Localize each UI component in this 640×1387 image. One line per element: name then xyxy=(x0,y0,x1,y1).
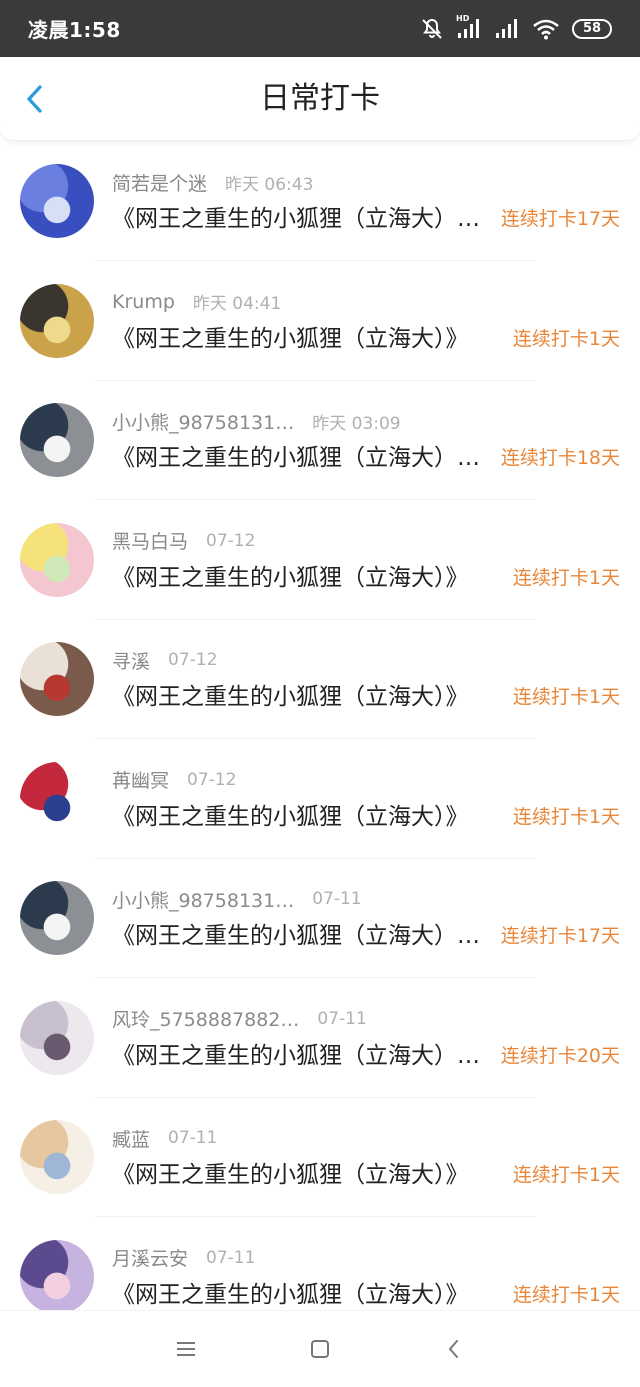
avatar[interactable] xyxy=(20,164,94,238)
checkin-row[interactable]: 小小熊_98758131… 昨天 03:09 《网王之重生的小狐狸（立海大）… … xyxy=(0,381,640,501)
avatar[interactable] xyxy=(20,403,94,477)
name-line: Krump 昨天 04:41 xyxy=(112,288,281,316)
checkin-row[interactable]: 风玲_5758887882… 07-11 《网王之重生的小狐狸（立海大）… 连续… xyxy=(0,979,640,1099)
user-name[interactable]: 月溪云安 xyxy=(112,1244,188,1271)
name-line: 黑马白马 07-12 xyxy=(112,527,255,555)
user-name[interactable]: 简若是个迷 xyxy=(112,169,207,196)
name-line: 风玲_5758887882… 07-11 xyxy=(112,1005,367,1033)
checkin-time: 07-12 xyxy=(168,650,218,670)
streak-label: 连续打卡18天 xyxy=(500,447,620,469)
checkin-row[interactable]: 黑马白马 07-12 《网王之重生的小狐狸（立海大）》 连续打卡1天 xyxy=(0,501,640,621)
book-title[interactable]: 《网王之重生的小狐狸（立海大）… xyxy=(112,1039,494,1073)
checkin-row[interactable]: Krump 昨天 04:41 《网王之重生的小狐狸（立海大）》 连续打卡1天 xyxy=(0,262,640,382)
page-title: 日常打卡 xyxy=(260,81,380,116)
checkin-row[interactable]: 简若是个迷 昨天 06:43 《网王之重生的小狐狸（立海大）… 连续打卡17天 xyxy=(0,142,640,262)
avatar[interactable] xyxy=(20,881,94,955)
avatar[interactable] xyxy=(20,1000,94,1075)
avatar[interactable] xyxy=(20,283,94,358)
menu-icon[interactable] xyxy=(174,1339,198,1359)
hd-signal-icon: HD xyxy=(456,14,482,40)
user-name[interactable]: 苒幽冥 xyxy=(112,766,169,793)
battery-icon: 58 xyxy=(572,18,612,39)
checkin-row[interactable]: 小小熊_98758131… 07-11 《网王之重生的小狐狸（立海大）… 连续打… xyxy=(0,859,640,979)
checkin-row[interactable]: 苒幽冥 07-12 《网王之重生的小狐狸（立海大）》 连续打卡1天 xyxy=(0,740,640,860)
streak-label: 连续打卡20天 xyxy=(500,1044,620,1067)
name-line: 简若是个迷 昨天 06:43 xyxy=(112,168,313,196)
user-name[interactable]: 臧蓝 xyxy=(112,1125,150,1152)
user-name[interactable]: Krump xyxy=(112,291,175,313)
book-title[interactable]: 《网王之重生的小狐狸（立海大）… xyxy=(112,441,494,475)
avatar[interactable] xyxy=(20,761,94,836)
mute-bell-icon xyxy=(420,17,444,41)
name-line: 小小熊_98758131… 07-11 xyxy=(112,885,362,913)
checkin-time: 07-11 xyxy=(312,889,362,909)
name-line: 苒幽冥 07-12 xyxy=(112,766,236,794)
checkin-time: 昨天 04:41 xyxy=(192,294,282,314)
status-icons: HD 58 xyxy=(420,14,612,41)
checkin-list: 简若是个迷 昨天 06:43 《网王之重生的小狐狸（立海大）… 连续打卡17天 … xyxy=(0,142,640,1337)
streak-label: 连续打卡1天 xyxy=(512,805,620,828)
book-title[interactable]: 《网王之重生的小狐狸（立海大）》 xyxy=(112,680,494,714)
avatar[interactable] xyxy=(20,1120,94,1194)
home-square-icon[interactable] xyxy=(308,1337,332,1361)
user-name[interactable]: 风玲_5758887882… xyxy=(112,1005,299,1032)
checkin-time: 昨天 06:43 xyxy=(225,174,314,195)
status-time: 凌晨1:58 xyxy=(28,18,121,42)
checkin-time: 07-12 xyxy=(187,769,237,790)
checkin-time: 07-11 xyxy=(317,1008,367,1029)
streak-label: 连续打卡1天 xyxy=(512,327,620,350)
streak-label: 连续打卡1天 xyxy=(512,566,620,589)
name-line: 寻溪 07-12 xyxy=(112,646,217,674)
streak-label: 连续打卡1天 xyxy=(512,1164,620,1186)
signal-icon xyxy=(494,18,520,40)
book-title[interactable]: 《网王之重生的小狐狸（立海大）… xyxy=(112,919,494,953)
user-name[interactable]: 黑马白马 xyxy=(112,527,188,554)
book-title[interactable]: 《网王之重生的小狐狸（立海大）》 xyxy=(112,322,494,356)
hd-label: HD xyxy=(456,13,470,23)
book-title[interactable]: 《网王之重生的小狐狸（立海大）》 xyxy=(112,800,494,834)
book-title[interactable]: 《网王之重生的小狐狸（立海大）… xyxy=(112,202,494,236)
system-nav-bar xyxy=(0,1310,640,1387)
wifi-icon xyxy=(532,18,560,40)
avatar[interactable] xyxy=(20,522,94,597)
name-line: 小小熊_98758131… 昨天 03:09 xyxy=(112,407,401,435)
checkin-time: 07-11 xyxy=(206,1247,256,1268)
user-name[interactable]: 小小熊_98758131… xyxy=(112,408,294,435)
status-bar: 凌晨1:58 HD 58 xyxy=(0,0,640,57)
name-line: 月溪云安 07-11 xyxy=(112,1244,255,1272)
header: 日常打卡 xyxy=(0,57,640,141)
avatar[interactable] xyxy=(20,1239,94,1314)
name-line: 臧蓝 07-11 xyxy=(112,1124,217,1152)
checkin-time: 07-12 xyxy=(206,530,256,551)
book-title[interactable]: 《网王之重生的小狐狸（立海大）》 xyxy=(112,561,494,595)
checkin-row[interactable]: 臧蓝 07-11 《网王之重生的小狐狸（立海大）》 连续打卡1天 xyxy=(0,1098,640,1218)
checkin-row[interactable]: 寻溪 07-12 《网王之重生的小狐狸（立海大）》 连续打卡1天 xyxy=(0,620,640,740)
avatar[interactable] xyxy=(20,642,94,716)
streak-label: 连续打卡1天 xyxy=(512,1283,620,1306)
user-name[interactable]: 寻溪 xyxy=(112,647,150,674)
streak-label: 连续打卡17天 xyxy=(500,208,620,230)
checkin-time: 07-11 xyxy=(168,1128,218,1148)
streak-label: 连续打卡17天 xyxy=(500,925,620,947)
checkin-time: 昨天 03:09 xyxy=(312,413,401,434)
user-name[interactable]: 小小熊_98758131… xyxy=(112,886,294,913)
streak-label: 连续打卡1天 xyxy=(512,686,620,708)
book-title[interactable]: 《网王之重生的小狐狸（立海大）》 xyxy=(112,1278,494,1312)
back-triangle-icon[interactable] xyxy=(442,1337,466,1361)
book-title[interactable]: 《网王之重生的小狐狸（立海大）》 xyxy=(112,1158,494,1192)
